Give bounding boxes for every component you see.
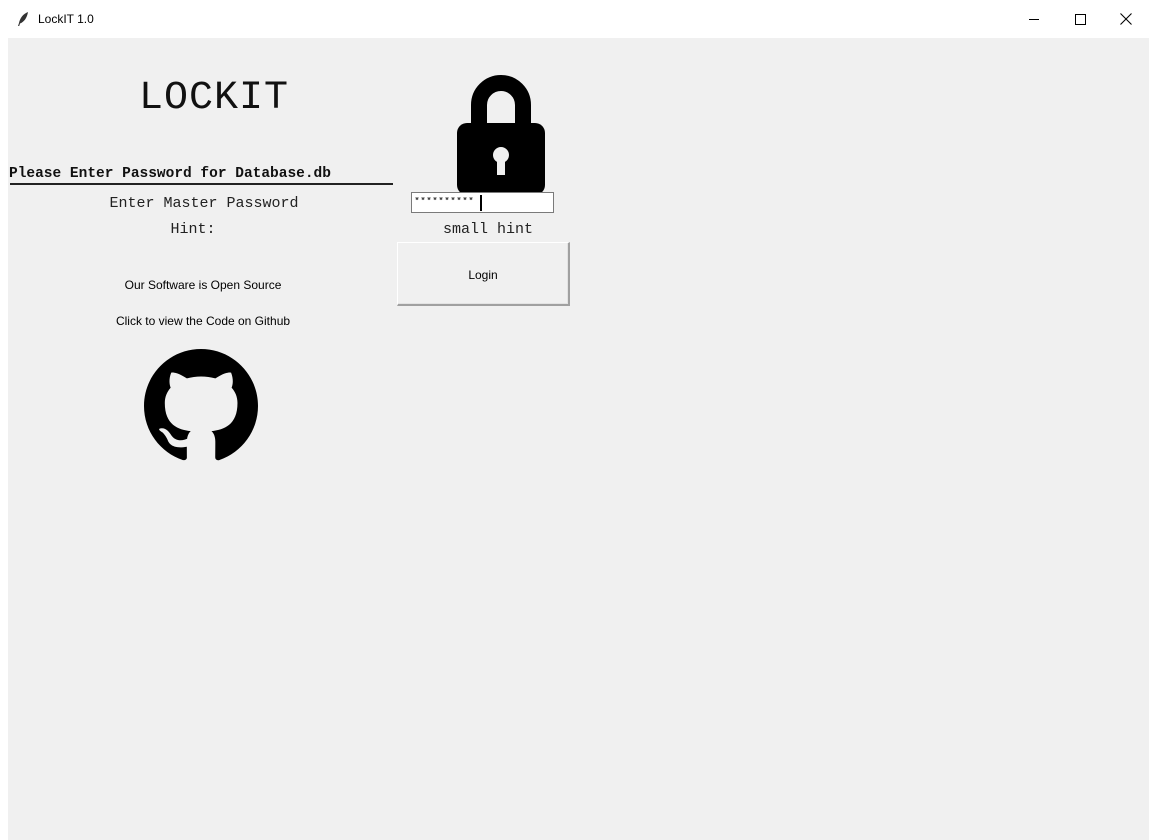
login-button-label: Login (468, 268, 498, 282)
hint-label: Hint: (170, 221, 216, 238)
master-password-label: Enter Master Password (109, 195, 299, 212)
close-icon (1120, 13, 1132, 25)
close-button[interactable] (1103, 0, 1149, 38)
app-window: LOCKIT Please Enter Password for Databas… (8, 38, 1149, 840)
app-heading: LOCKIT (138, 76, 290, 121)
window-title: LockIT 1.0 (38, 12, 94, 26)
feather-icon (18, 12, 28, 26)
heading-underline (10, 183, 393, 185)
github-icon[interactable] (144, 349, 258, 463)
open-source-text: Our Software is Open Source (124, 278, 282, 292)
padlock-icon (457, 75, 545, 195)
hint-value: small hint (442, 221, 533, 238)
maximize-icon (1074, 13, 1086, 25)
maximize-button[interactable] (1057, 0, 1103, 38)
title-bar: LockIT 1.0 (0, 0, 1149, 38)
minimize-button[interactable] (1011, 0, 1057, 38)
database-prompt: Please Enter Password for Database.db (9, 166, 331, 182)
minimize-icon (1029, 19, 1039, 20)
master-password-input[interactable] (411, 192, 554, 213)
text-caret (480, 195, 482, 211)
github-link-text[interactable]: Click to view the Code on Github (83, 314, 323, 328)
login-button[interactable]: Login (397, 242, 570, 306)
